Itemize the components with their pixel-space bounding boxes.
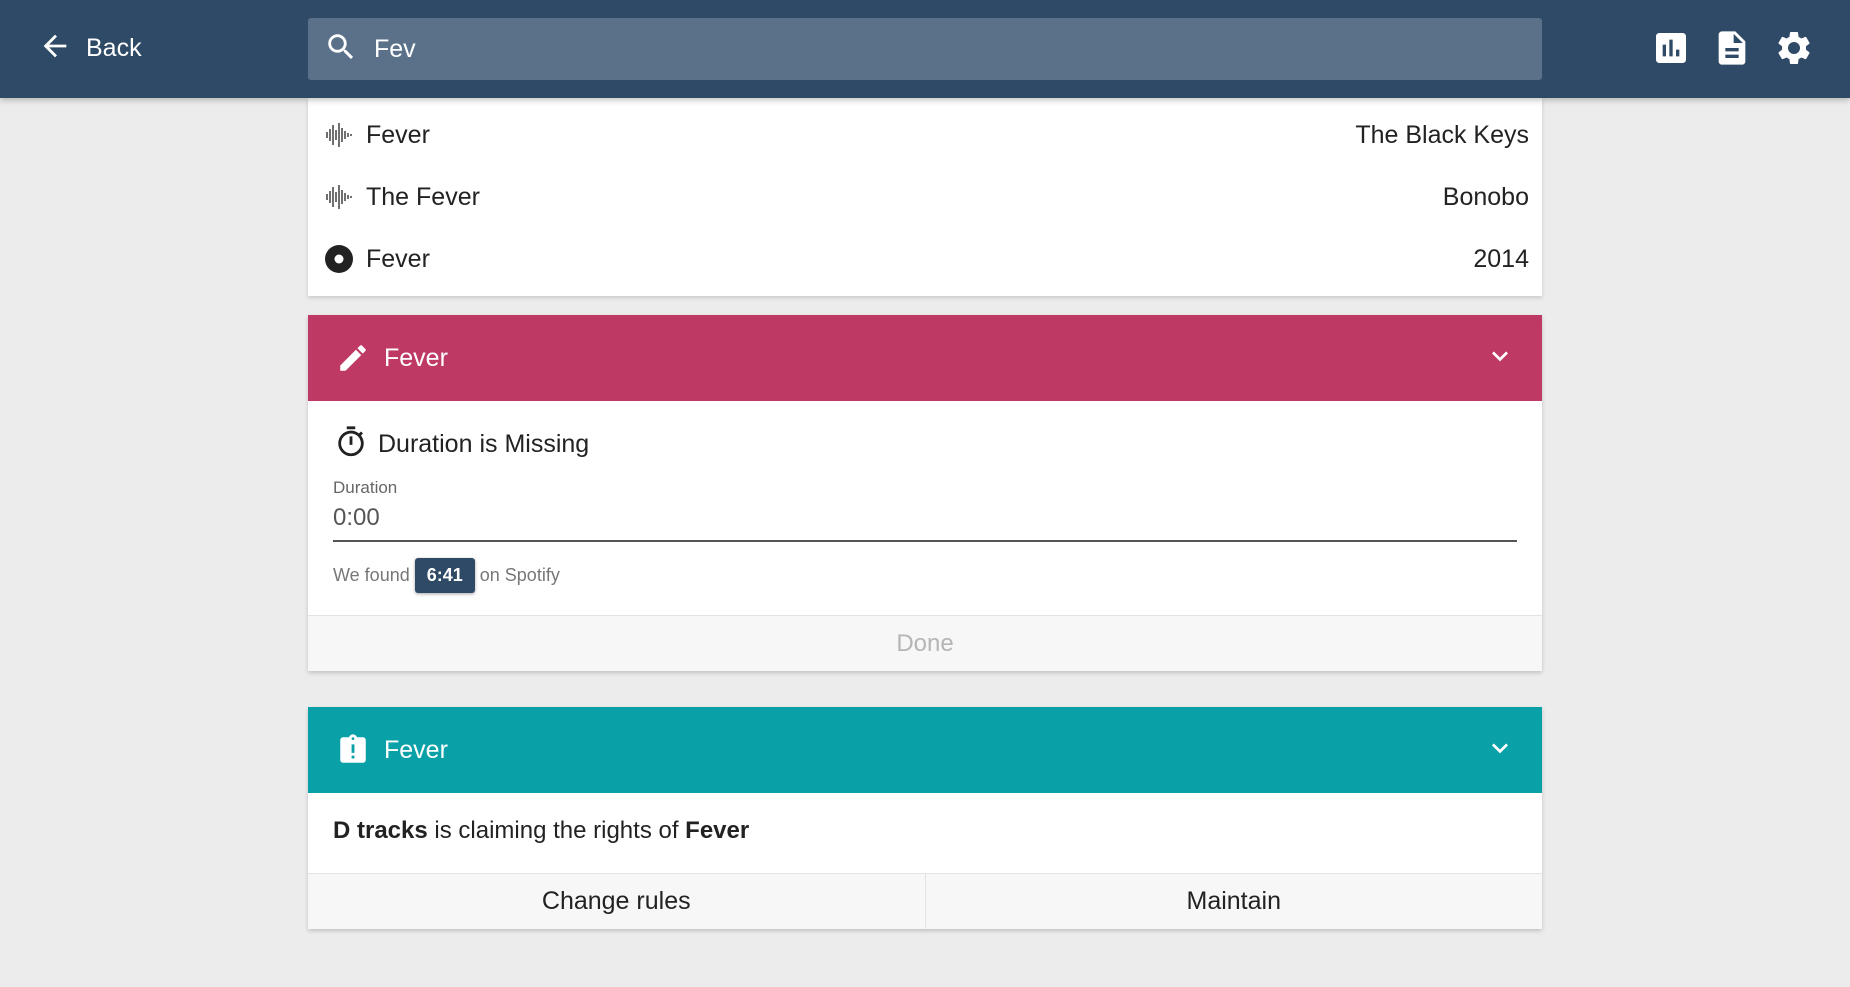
claim-text: D tracks is claiming the rights of Fever bbox=[308, 793, 1542, 873]
edit-card-header[interactable]: Fever bbox=[308, 315, 1542, 401]
change-rules-button[interactable]: Change rules bbox=[308, 874, 925, 929]
result-title: Fever bbox=[366, 120, 430, 149]
search-input[interactable] bbox=[374, 34, 1474, 64]
waveform-icon bbox=[324, 120, 354, 150]
edit-card: Fever Duration is Missing Duration We fo… bbox=[308, 315, 1542, 671]
bar-chart-icon[interactable] bbox=[1651, 28, 1691, 68]
maintain-button[interactable]: Maintain bbox=[924, 874, 1543, 929]
rights-card-title: Fever bbox=[384, 735, 448, 764]
claim-middle: is claiming the rights of bbox=[427, 817, 686, 844]
spotify-suggestion: We found 6:41 on Spotify bbox=[308, 542, 1542, 596]
rights-actions: Change rules Maintain bbox=[308, 873, 1542, 929]
result-artist: The Black Keys bbox=[1355, 120, 1529, 149]
top-bar: Back bbox=[0, 0, 1850, 98]
rights-card-header[interactable]: Fever bbox=[308, 707, 1542, 793]
claimed-title: Fever bbox=[685, 817, 750, 844]
duration-label: Duration bbox=[333, 478, 398, 497]
back-label: Back bbox=[86, 33, 142, 62]
chevron-down-icon[interactable] bbox=[1484, 732, 1516, 769]
timer-icon bbox=[334, 425, 368, 464]
document-icon[interactable] bbox=[1712, 28, 1752, 68]
duration-field: Duration bbox=[308, 464, 1542, 542]
pencil-icon bbox=[336, 341, 370, 375]
album-icon bbox=[324, 244, 354, 274]
back-button[interactable]: Back bbox=[38, 24, 142, 72]
result-row[interactable]: The Fever Bonobo bbox=[308, 166, 1542, 228]
duration-input[interactable] bbox=[333, 498, 1517, 542]
found-prefix: We found bbox=[333, 564, 410, 585]
result-title: The Fever bbox=[366, 182, 480, 211]
gear-icon[interactable] bbox=[1774, 28, 1814, 68]
result-row[interactable]: Fever 2014 bbox=[308, 228, 1542, 290]
result-title: Fever bbox=[366, 244, 430, 273]
issue-text: Duration is Missing bbox=[378, 430, 590, 458]
chevron-down-icon[interactable] bbox=[1484, 340, 1516, 377]
search-results: Fever The Black Keys The Fever Bonobo Fe… bbox=[308, 98, 1542, 296]
rights-card: Fever D tracks is claiming the rights of… bbox=[308, 707, 1542, 929]
issue-line: Duration is Missing bbox=[308, 401, 1542, 464]
waveform-icon bbox=[324, 182, 354, 212]
edit-card-title: Fever bbox=[384, 343, 448, 372]
clipboard-alert-icon bbox=[336, 733, 370, 767]
search-bar[interactable] bbox=[308, 18, 1542, 80]
arrow-left-icon bbox=[38, 29, 72, 68]
result-year: 2014 bbox=[1473, 244, 1529, 273]
found-suffix: on Spotify bbox=[479, 564, 560, 585]
search-icon bbox=[308, 30, 358, 69]
result-row[interactable]: Fever The Black Keys bbox=[308, 104, 1542, 166]
claimant-name: D tracks bbox=[333, 817, 428, 844]
result-artist: Bonobo bbox=[1442, 182, 1529, 211]
suggested-duration-chip[interactable]: 6:41 bbox=[414, 557, 475, 593]
done-button[interactable]: Done bbox=[308, 615, 1542, 671]
